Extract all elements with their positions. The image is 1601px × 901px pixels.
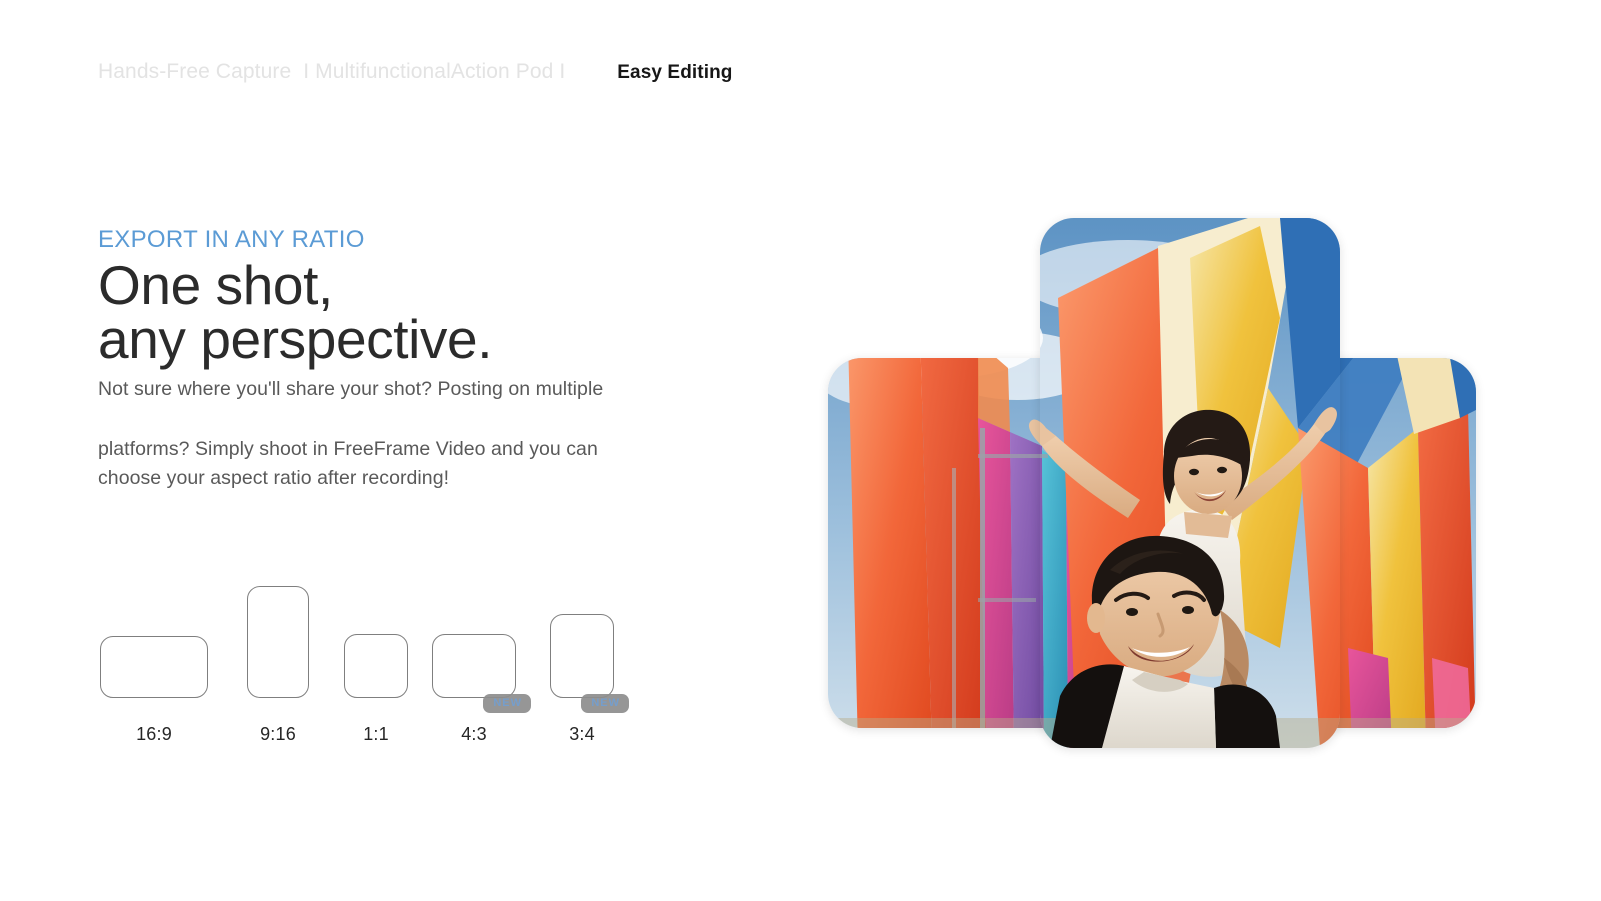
ratio-option-3-4[interactable]: NEW 3:4	[528, 555, 636, 745]
ratio-frame-wrap	[322, 578, 430, 698]
ratio-label-1-1: 1:1	[363, 724, 389, 744]
breadcrumb-item-hands-free-capture[interactable]: Hands-Free Capture	[98, 60, 291, 84]
breadcrumb-item-multifunctional-action-pod[interactable]: I MultifunctionalAction Pod I	[303, 60, 565, 84]
body-line-2: platforms? Simply shoot in FreeFrame Vid…	[98, 437, 598, 460]
photo-composition	[828, 218, 1476, 748]
headline-line-1: One shot,	[98, 253, 333, 316]
body-line-3: choose your aspect ratio after recording…	[98, 467, 450, 490]
ratio-label-16-9: 16:9	[136, 724, 172, 744]
ratio-label-3-4: 3:4	[569, 724, 595, 744]
ratio-option-16-9[interactable]: 16:9	[100, 555, 208, 745]
page-title: One shot, any perspective.	[98, 253, 698, 371]
ratio-frame-wrap	[100, 578, 208, 698]
ratio-option-4-3[interactable]: NEW 4:3	[420, 555, 531, 745]
ratio-label-9-16: 9:16	[260, 724, 296, 744]
breadcrumb-item-easy-editing[interactable]: Easy Editing	[617, 62, 732, 84]
photo-tile-portrait	[1040, 218, 1340, 748]
ratio-frame-icon-4-3: NEW	[432, 634, 531, 713]
ratio-frame-icon-16-9	[100, 636, 208, 698]
ratio-option-9-16[interactable]: 9:16	[224, 555, 332, 745]
ratio-frame-wrap	[224, 578, 332, 698]
headline-line-2: any perspective.	[98, 308, 493, 371]
new-badge-4-3: NEW	[483, 694, 531, 713]
left-content-column: EXPORT IN ANY RATIO One shot, any perspe…	[98, 226, 698, 489]
new-badge-3-4: NEW	[581, 694, 629, 713]
ratio-frame-icon-1-1	[344, 634, 408, 698]
festival-photo-illustration-portrait	[1040, 218, 1340, 748]
body-line-1: Not sure where you'll share your shot? P…	[98, 378, 604, 401]
ratio-label-4-3: 4:3	[461, 724, 487, 744]
body-paragraph: Not sure where you'll share your shot? P…	[98, 380, 698, 489]
breadcrumb: Hands-Free Capture I MultifunctionalActi…	[98, 60, 733, 84]
ratio-frame-wrap: NEW	[528, 578, 636, 713]
ratio-option-1-1[interactable]: 1:1	[322, 555, 430, 745]
section-eyebrow: EXPORT IN ANY RATIO	[98, 226, 365, 253]
ratio-frame-icon-3-4: NEW	[550, 614, 629, 713]
ratio-frame-wrap: NEW	[420, 578, 531, 713]
ratio-frame-icon-9-16	[247, 586, 309, 698]
aspect-ratio-options: 16:9 9:16 1:1 NEW 4:3 NEW 3:4	[100, 555, 680, 745]
